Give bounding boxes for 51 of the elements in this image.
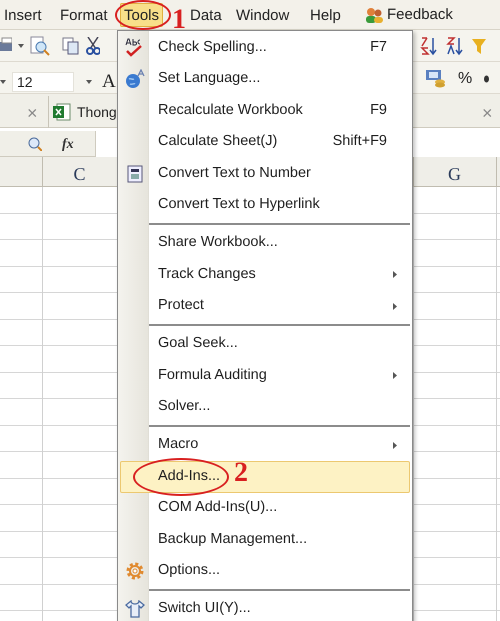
column-header[interactable]: C	[42, 161, 117, 188]
menu-item[interactable]: Tools	[120, 3, 164, 27]
document-icon	[126, 164, 142, 183]
menu-item[interactable]: Share Workbook...	[120, 228, 410, 259]
coins-icon[interactable]	[426, 69, 446, 89]
menu-item[interactable]: Track Changes	[120, 259, 410, 290]
menu-item[interactable]: Window	[232, 3, 294, 27]
menu-item[interactable]: Data	[186, 3, 226, 27]
menu-item[interactable]: Solver...	[120, 392, 410, 423]
scissors-icon[interactable]	[86, 37, 100, 55]
menu-item[interactable]: Insert	[0, 3, 46, 27]
percent-button[interactable]: %	[458, 67, 472, 91]
people-icon[interactable]	[364, 6, 384, 24]
menu-item[interactable]: Recalculate Workbook F9	[120, 95, 410, 126]
menu-item[interactable]: Format	[56, 3, 112, 27]
dropdown-icon[interactable]	[86, 80, 92, 84]
globe-icon	[124, 69, 146, 90]
gear-icon	[124, 561, 144, 582]
shirt-icon	[124, 600, 144, 618]
copy-icon[interactable]	[62, 37, 80, 55]
font-color-button[interactable]: A	[102, 68, 116, 96]
step-number: 2	[234, 459, 248, 487]
zoom-icon[interactable]	[28, 137, 42, 151]
menu-item[interactable]: Switch UI(Y)...	[120, 594, 410, 621]
highlight-ellipse	[115, 0, 171, 30]
sort-descending-icon[interactable]	[446, 36, 464, 56]
menu-item[interactable]: Convert Text to Number	[120, 158, 410, 190]
menu-item[interactable]: COM Add-Ins(U)...	[120, 492, 410, 524]
sort-ascending-icon[interactable]	[420, 36, 438, 56]
menu-item[interactable]: Protect	[120, 290, 410, 322]
menu-item[interactable]: Options...	[120, 556, 410, 587]
dot-icon[interactable]	[484, 75, 490, 83]
menu-item[interactable]: Set Language...	[120, 64, 410, 95]
tab-label[interactable]: Thong	[77, 102, 117, 122]
spreadsheet-icon[interactable]	[53, 103, 71, 121]
dropdown-icon[interactable]	[18, 44, 24, 48]
menu-item[interactable]: Goal Seek...	[120, 328, 410, 360]
menu-item[interactable]: Macro	[120, 430, 410, 461]
menu-item[interactable]: Convert Text to Hyperlink	[120, 190, 410, 221]
step-number: 1	[172, 6, 186, 34]
column-header[interactable]: G	[413, 161, 496, 188]
menu-item[interactable]: Feedback	[360, 3, 457, 27]
menu-item[interactable]: Formula Auditing	[120, 360, 410, 392]
menu-item[interactable]: Calculate Sheet(J) Shift+F9	[120, 126, 410, 158]
font-size-field[interactable]: 12	[12, 72, 74, 92]
dropdown-icon[interactable]	[0, 80, 6, 84]
menu-item[interactable]: Add-Ins... 2	[120, 461, 410, 492]
function-button[interactable]: fx	[62, 134, 74, 155]
menu-item[interactable]: Backup Management...	[120, 524, 410, 556]
menu-item[interactable]: Help	[306, 3, 345, 27]
print-preview-icon[interactable]	[30, 36, 50, 56]
